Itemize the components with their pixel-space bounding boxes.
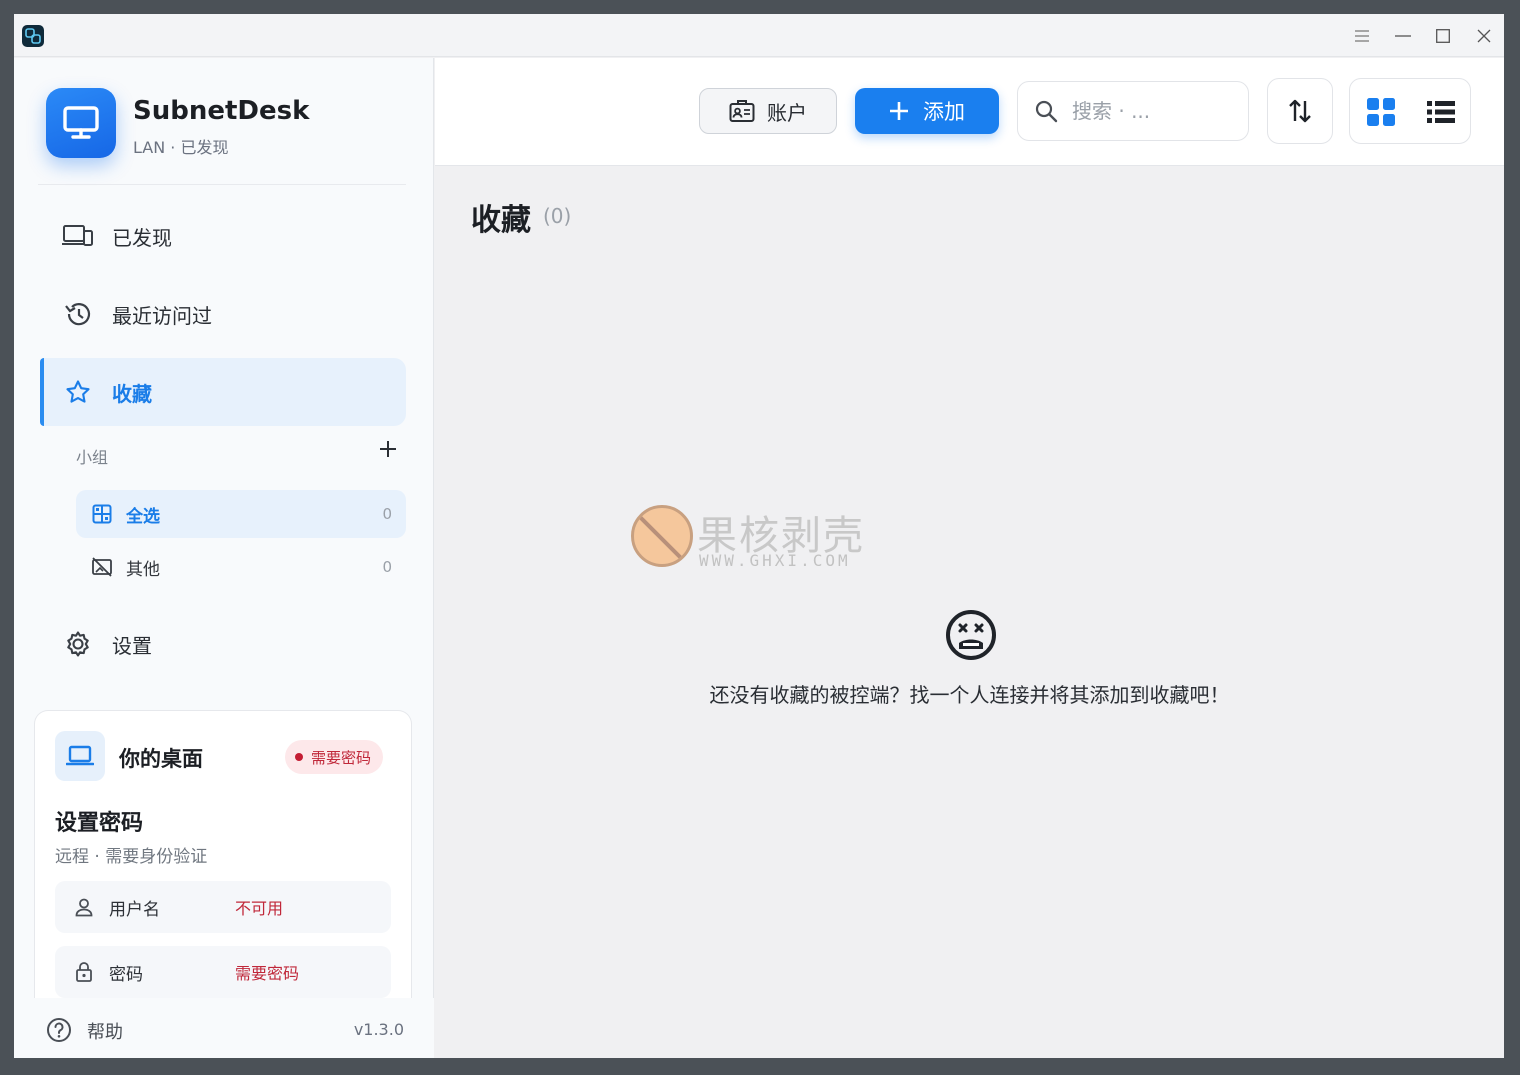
dizzy-face-icon (946, 610, 996, 660)
group-item-label: 全选 (126, 506, 160, 527)
groups-title: 小组 (76, 448, 109, 467)
layout-icon (90, 502, 114, 526)
group-item-all[interactable]: 全选 0 (76, 490, 406, 538)
sidebar-item-settings[interactable]: 设置 (40, 610, 406, 678)
main-content: 收藏 (0) 果核剥壳 WWW.GHXI.COM 还没有收藏的被控端？找一个人连… (435, 167, 1504, 1058)
status-badge-label: 需要密码 (311, 748, 372, 767)
divider (38, 184, 406, 185)
watermark-logo-icon (631, 505, 693, 567)
brand-subtitle: LAN · 已发现 (133, 138, 229, 157)
group-item-other[interactable]: 其他 0 (76, 543, 406, 591)
user-icon (73, 896, 95, 918)
gear-icon (62, 628, 94, 660)
group-item-count: 0 (382, 505, 392, 523)
list-view-icon[interactable] (1424, 96, 1458, 128)
plus-icon (380, 441, 396, 457)
sidebar-footer: 帮助 v1.3.0 (14, 998, 434, 1058)
plus-icon (890, 102, 908, 120)
devices-icon (62, 220, 94, 252)
sidebar: SubnetDesk LAN · 已发现 已发现 最近访问过 收藏 小组 全选 … (14, 58, 434, 1058)
field-label: 密码 (109, 964, 143, 985)
device-card: 你的桌面 需要密码 设置密码 远程 · 需要身份验证 用户名 不可用 密码 需要… (34, 710, 412, 1010)
version-label: v1.3.0 (353, 1020, 404, 1039)
sort-button[interactable] (1267, 78, 1333, 144)
set-password-heading[interactable]: 设置密码 (55, 805, 143, 837)
sidebar-item-discovered[interactable]: 已发现 (40, 202, 406, 270)
search-icon (1035, 100, 1058, 123)
add-group-button[interactable] (376, 437, 400, 461)
search-box[interactable] (1017, 81, 1249, 141)
sidebar-item-label: 最近访问过 (112, 303, 212, 328)
username-field[interactable]: 用户名 不可用 (55, 881, 391, 933)
watermark: 果核剥壳 WWW.GHXI.COM (631, 503, 901, 573)
id-card-icon (729, 100, 755, 122)
monitor-icon (46, 88, 116, 158)
sidebar-item-label: 已发现 (112, 225, 172, 250)
field-value: 不可用 (235, 899, 284, 918)
group-item-label: 其他 (126, 559, 160, 580)
minimize-icon[interactable] (1388, 22, 1418, 50)
brand-name: SubnetDesk (133, 96, 310, 126)
sidebar-item-recent[interactable]: 最近访问过 (40, 280, 406, 348)
status-badge: 需要密码 (285, 740, 384, 774)
view-toggle (1349, 78, 1471, 144)
laptop-icon (55, 731, 105, 781)
app-logo-icon (22, 25, 44, 47)
help-link[interactable]: 帮助 (87, 1018, 123, 1044)
page-title: 收藏 (471, 203, 531, 238)
empty-state-message: 还没有收藏的被控端？找一个人连接并将其添加到收藏吧！ (709, 683, 1230, 707)
group-item-count: 0 (382, 558, 392, 576)
toolbar: 账户 添加 (435, 58, 1504, 166)
password-field[interactable]: 密码 需要密码 (55, 946, 391, 998)
sort-arrows-icon (1289, 99, 1311, 123)
lock-icon (73, 961, 95, 983)
sidebar-item-favorites[interactable]: 收藏 (40, 358, 406, 426)
app-window: SubnetDesk LAN · 已发现 已发现 最近访问过 收藏 小组 全选 … (14, 14, 1504, 1058)
help-icon[interactable] (46, 1017, 72, 1043)
title-bar (14, 14, 1504, 57)
history-icon (62, 298, 94, 330)
add-button-label: 添加 (923, 100, 965, 124)
device-subtitle: 远程 · 需要身份验证 (55, 847, 208, 867)
field-label: 用户名 (109, 899, 160, 920)
hamburger-icon[interactable] (1347, 22, 1377, 50)
device-title: 你的桌面 (119, 747, 203, 771)
no-image-icon (90, 555, 114, 579)
sidebar-item-label: 设置 (112, 633, 152, 658)
sidebar-item-label: 收藏 (112, 381, 152, 406)
star-icon (62, 376, 94, 408)
close-icon[interactable] (1469, 22, 1499, 50)
account-button-label: 账户 (767, 100, 807, 125)
field-value: 需要密码 (235, 964, 300, 983)
account-button[interactable]: 账户 (699, 88, 837, 134)
maximize-icon[interactable] (1428, 22, 1458, 50)
watermark-url: WWW.GHXI.COM (699, 551, 851, 570)
favorites-count: (0) (543, 204, 572, 228)
grid-view-icon[interactable] (1364, 96, 1398, 128)
add-button[interactable]: 添加 (855, 88, 999, 134)
search-input[interactable] (1072, 99, 1232, 123)
status-dot-icon (295, 753, 303, 761)
